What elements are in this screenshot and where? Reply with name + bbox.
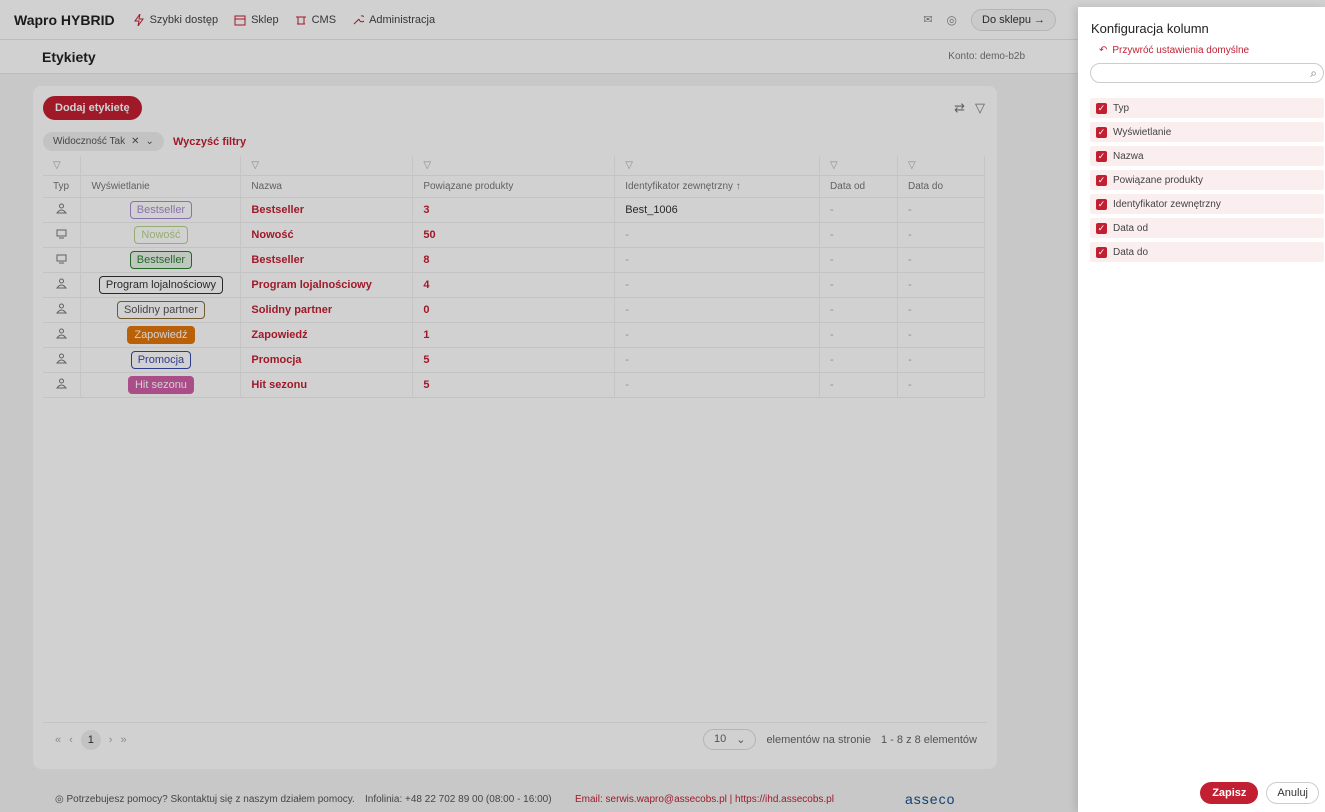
column-toggle-label: Powiązane produkty <box>1113 174 1204 186</box>
checkbox-checked-icon[interactable]: ✓ <box>1096 198 1107 210</box>
checkbox-checked-icon[interactable]: ✓ <box>1096 126 1107 138</box>
column-list: ✓ Typ ✓ Wyświetlanie ✓ Nazwa ✓ Powiązane produk… <box>1090 98 1324 266</box>
column-toggle-item[interactable]: ✓ Typ <box>1090 98 1324 118</box>
undo-icon: ↶ <box>1099 45 1108 56</box>
column-toggle-item[interactable]: ✓ Identyfikator zewnętrzny <box>1090 194 1324 214</box>
column-toggle-label: Data do <box>1113 246 1149 258</box>
column-toggle-item[interactable]: ✓ Wyświetlanie <box>1090 122 1324 142</box>
column-toggle-label: Data od <box>1113 222 1149 234</box>
checkbox-checked-icon[interactable]: ✓ <box>1096 246 1107 258</box>
column-toggle-item[interactable]: ✓ Nazwa <box>1090 146 1324 166</box>
column-search-input[interactable]: ⌕ <box>1090 63 1324 83</box>
checkbox-checked-icon[interactable]: ✓ <box>1096 150 1107 162</box>
restore-defaults-link[interactable]: ↶ Przywróć ustawienia domyślne <box>1099 45 1249 56</box>
column-config-panel: Konfiguracja kolumn ↶ Przywróć ustawieni… <box>1078 7 1325 812</box>
column-toggle-label: Wyświetlanie <box>1113 126 1172 138</box>
column-toggle-label: Nazwa <box>1113 150 1144 162</box>
checkbox-checked-icon[interactable]: ✓ <box>1096 222 1107 234</box>
restore-defaults-label: Przywróć ustawienia domyślne <box>1112 45 1250 56</box>
cancel-button[interactable]: Anuluj <box>1266 782 1319 804</box>
panel-title: Konfiguracja kolumn <box>1091 21 1209 36</box>
panel-footer: Zapisz Anuluj <box>1078 782 1325 804</box>
checkbox-checked-icon[interactable]: ✓ <box>1096 174 1107 186</box>
column-toggle-item[interactable]: ✓ Powiązane produkty <box>1090 170 1324 190</box>
column-toggle-label: Typ <box>1113 102 1130 114</box>
save-button[interactable]: Zapisz <box>1200 782 1259 804</box>
search-icon: ⌕ <box>1310 66 1317 80</box>
checkbox-checked-icon[interactable]: ✓ <box>1096 102 1107 114</box>
column-toggle-item[interactable]: ✓ Data od <box>1090 218 1324 238</box>
column-toggle-label: Identyfikator zewnętrzny <box>1113 198 1221 210</box>
column-toggle-item[interactable]: ✓ Data do <box>1090 242 1324 262</box>
